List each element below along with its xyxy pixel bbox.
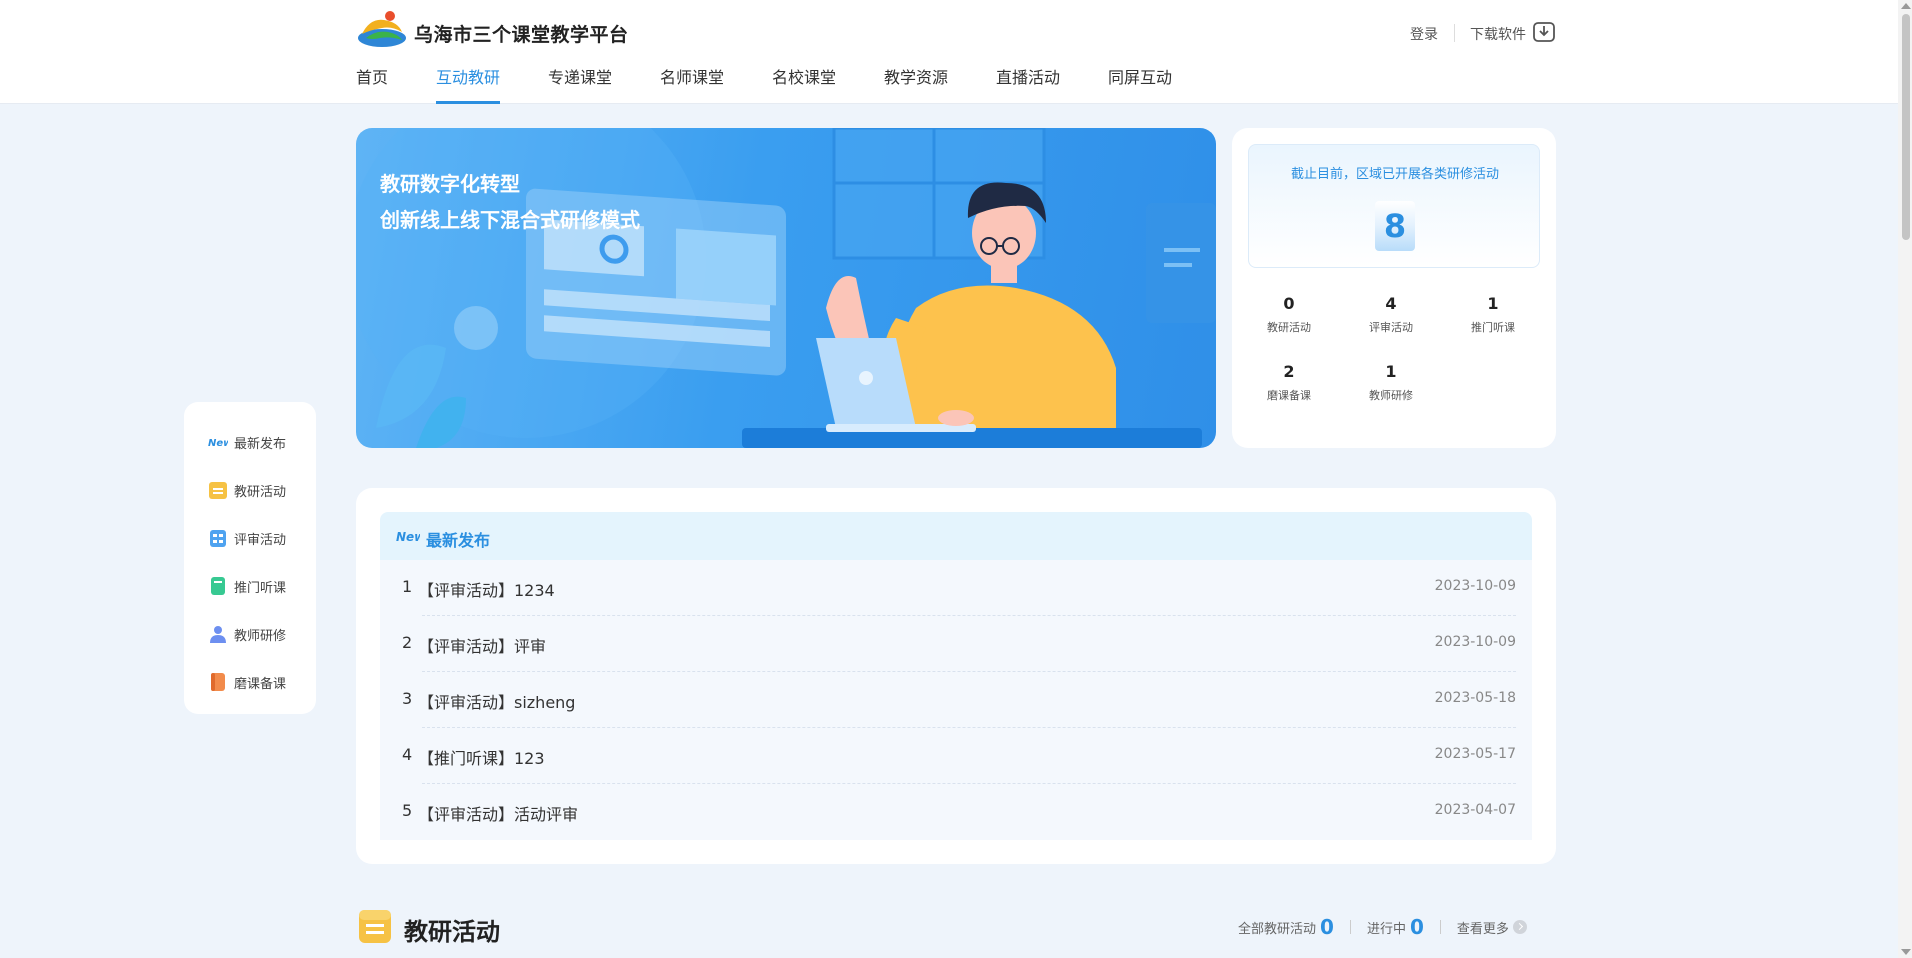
stat-label: 推门听课 [1471, 321, 1515, 334]
latest-release-header: New 最新发布 [380, 512, 1532, 560]
hero-banner: 教研数字化转型 创新线上线下混合式研修模式 [356, 128, 1216, 448]
stat-classroom-visit[interactable]: 1 推门听课 [1448, 294, 1538, 335]
folder-icon [209, 482, 227, 499]
list-item[interactable]: 1 【评审活动】1234 2023-10-09 [380, 560, 1532, 616]
view-more-link[interactable]: 查看更多 [1457, 918, 1509, 937]
row-date: 2023-10-09 [1434, 578, 1516, 594]
banner-headline: 教研数字化转型 [380, 172, 520, 196]
stat-value: 2 [1283, 362, 1295, 381]
stat-review-activities[interactable]: 4 评审活动 [1346, 294, 1436, 335]
row-title[interactable]: 【评审活动】评审 [418, 633, 546, 657]
nav-delivery-classroom[interactable]: 专递课堂 [548, 64, 612, 104]
stats-total-box: 8 [1375, 201, 1415, 251]
row-date: 2023-05-18 [1434, 690, 1516, 706]
side-menu: New 最新发布 教研活动 评审活动 推门听课 教师研 [184, 402, 316, 714]
latest-release-panel: New 最新发布 1 【评审活动】1234 2023-10-09 2 【评审活动… [356, 488, 1556, 864]
side-item-review-activities[interactable]: 评审活动 [208, 526, 286, 550]
latest-release-list: 1 【评审活动】1234 2023-10-09 2 【评审活动】评审 2023-… [380, 560, 1532, 840]
row-date: 2023-05-17 [1434, 746, 1516, 762]
stat-value: 1 [1487, 294, 1499, 313]
login-link[interactable]: 登录 [1410, 24, 1438, 44]
row-date: 2023-04-07 [1434, 802, 1516, 818]
activity-stats-card: 截止目前，区域已开展各类研修活动 8 0 教研活动 4 评审活动 1 推门听课 … [1232, 128, 1556, 448]
section-title-research: 教研活动 [404, 918, 500, 946]
scroll-down-arrow-icon[interactable] [1901, 949, 1911, 955]
nav-famous-teacher-classroom[interactable]: 名师课堂 [660, 64, 724, 104]
side-item-research-activities[interactable]: 教研活动 [208, 478, 286, 502]
list-item[interactable]: 5 【评审活动】活动评审 2023-04-07 [380, 784, 1532, 840]
stat-label: 评审活动 [1369, 321, 1413, 334]
nav-live-activities[interactable]: 直播活动 [996, 64, 1060, 104]
nav-famous-school-classroom[interactable]: 名校课堂 [772, 64, 836, 104]
stat-label: 教研活动 [1267, 321, 1311, 334]
platform-logo-icon[interactable] [356, 8, 408, 50]
list-item[interactable]: 3 【评审活动】sizheng 2023-05-18 [380, 672, 1532, 728]
stat-teacher-training[interactable]: 1 教师研修 [1346, 362, 1436, 403]
header-divider [1454, 24, 1455, 42]
folder-icon [359, 910, 391, 943]
side-item-label: 推门听课 [234, 580, 287, 596]
nav-interactive-research[interactable]: 互动教研 [436, 64, 501, 104]
row-title[interactable]: 【评审活动】sizheng [418, 689, 575, 713]
row-number: 1 [402, 577, 413, 596]
stat-label: 磨课备课 [1267, 389, 1311, 402]
row-title[interactable]: 【评审活动】活动评审 [418, 801, 578, 825]
top-header: 乌海市三个课堂教学平台 登录 下载软件 首页 互动教研 专递课堂 名师课堂 名校… [0, 0, 1912, 104]
list-item[interactable]: 4 【推门听课】123 2023-05-17 [380, 728, 1532, 784]
row-number: 2 [402, 633, 413, 652]
row-date: 2023-10-09 [1434, 634, 1516, 650]
download-icon[interactable] [1532, 20, 1556, 44]
side-item-latest[interactable]: New 最新发布 [208, 430, 286, 454]
side-item-lesson-polishing[interactable]: 磨课备课 [208, 670, 286, 694]
row-title[interactable]: 【推门听课】123 [418, 745, 545, 769]
stats-divider [1439, 920, 1441, 934]
nav-screen-sharing[interactable]: 同屏互动 [1108, 64, 1172, 104]
stat-value: 4 [1385, 294, 1397, 313]
new-icon: New [396, 530, 420, 544]
svg-text:New: New [396, 530, 420, 544]
side-item-teacher-training[interactable]: 教师研修 [208, 622, 286, 646]
row-number: 3 [402, 689, 413, 708]
stats-caption: 截止目前，区域已开展各类研修活动 [1290, 167, 1499, 182]
scrollbar-thumb[interactable] [1902, 14, 1910, 240]
chevron-right-icon[interactable] [1512, 920, 1527, 934]
row-title[interactable]: 【评审活动】1234 [418, 577, 555, 601]
new-icon: New [208, 438, 228, 449]
stat-research-activities[interactable]: 0 教研活动 [1244, 294, 1334, 335]
teacher-icon [210, 626, 226, 643]
side-item-label: 教研活动 [234, 484, 287, 500]
ongoing-count: 0 [1409, 915, 1424, 939]
row-number: 4 [402, 745, 413, 764]
section-research-stats: 全部教研活动 0 进行中 0 查看更多 [1238, 914, 1527, 940]
notebook-icon [211, 673, 225, 691]
download-software-link[interactable]: 下载软件 [1470, 24, 1526, 44]
all-activities-count: 0 [1320, 915, 1334, 939]
site-title: 乌海市三个课堂教学平台 [414, 24, 629, 46]
scroll-up-arrow-icon[interactable] [1901, 3, 1911, 9]
nav-home[interactable]: 首页 [356, 64, 388, 104]
banner-subheadline: 创新线上线下混合式研修模式 [380, 208, 640, 232]
stat-lesson-polishing[interactable]: 2 磨课备课 [1244, 362, 1334, 403]
latest-release-title: 最新发布 [426, 531, 491, 550]
side-item-label: 评审活动 [234, 532, 287, 548]
book-icon [211, 577, 225, 595]
stat-label: 教师研修 [1369, 389, 1413, 402]
side-item-classroom-visit[interactable]: 推门听课 [208, 574, 286, 598]
nav-teaching-resources[interactable]: 教学资源 [884, 64, 948, 104]
svg-text:New: New [208, 438, 228, 449]
nav-active-indicator [436, 101, 501, 104]
side-item-label: 最新发布 [234, 436, 287, 452]
stat-value: 1 [1385, 362, 1397, 381]
all-activities-label: 全部教研活动 [1238, 921, 1317, 937]
stats-summary: 截止目前，区域已开展各类研修活动 8 [1248, 144, 1540, 268]
side-item-label: 教师研修 [234, 628, 287, 644]
stats-total-count: 8 [1383, 207, 1407, 245]
side-item-label: 磨课备课 [234, 676, 287, 692]
clipboard-icon [210, 530, 226, 547]
stat-value: 0 [1283, 294, 1295, 313]
row-number: 5 [402, 801, 413, 820]
list-item[interactable]: 2 【评审活动】评审 2023-10-09 [380, 616, 1532, 672]
ongoing-label: 进行中 [1366, 921, 1406, 937]
stats-divider [1349, 920, 1351, 934]
